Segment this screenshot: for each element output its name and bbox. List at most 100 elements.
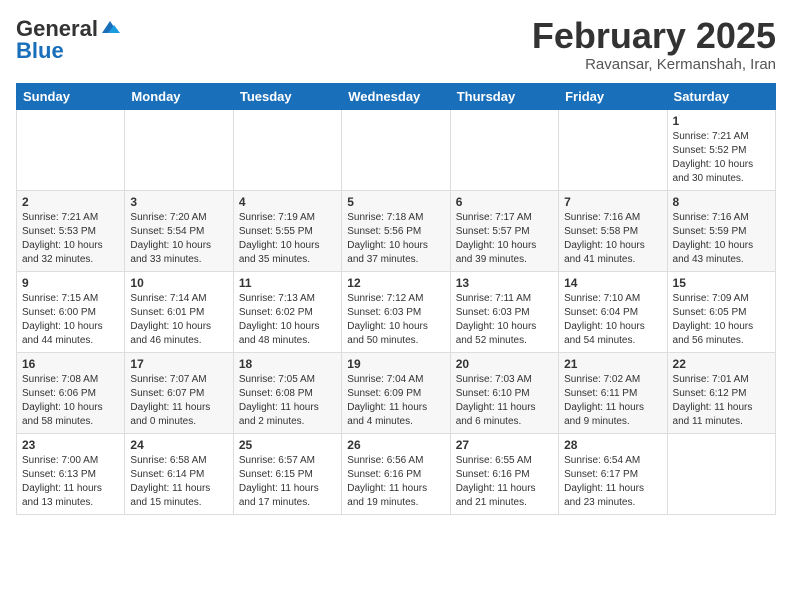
day-number: 13 (456, 276, 553, 290)
day-info: Sunrise: 6:54 AM Sunset: 6:17 PM Dayligh… (564, 454, 661, 510)
day-number: 5 (347, 195, 444, 209)
calendar-week-row: 23 Sunrise: 7:00 AM Sunset: 6:13 PM Dayli… (17, 433, 776, 514)
calendar-body: 1 Sunrise: 7:21 AM Sunset: 5:52 PM Daylig… (17, 109, 776, 514)
weekday-header-monday: Monday (125, 83, 233, 109)
day-number: 16 (22, 357, 119, 371)
day-number: 12 (347, 276, 444, 290)
calendar-week-row: 16 Sunrise: 7:08 AM Sunset: 6:06 PM Dayli… (17, 352, 776, 433)
calendar-cell (667, 433, 775, 514)
calendar-week-row: 2 Sunrise: 7:21 AM Sunset: 5:53 PM Daylig… (17, 190, 776, 271)
day-number: 28 (564, 438, 661, 452)
day-info: Sunrise: 7:21 AM Sunset: 5:52 PM Dayligh… (673, 130, 770, 186)
day-info: Sunrise: 6:58 AM Sunset: 6:14 PM Dayligh… (130, 454, 227, 510)
calendar-cell: 18Sunrise: 7:05 AM Sunset: 6:08 PM Dayli… (233, 352, 341, 433)
calendar-cell: 11 Sunrise: 7:13 AM Sunset: 6:02 PM Dayli… (233, 271, 341, 352)
day-number: 23 (22, 438, 119, 452)
calendar-cell: 15 Sunrise: 7:09 AM Sunset: 6:05 PM Dayli… (667, 271, 775, 352)
day-info: Sunrise: 7:13 AM Sunset: 6:02 PM Dayligh… (239, 292, 336, 348)
calendar-cell (559, 109, 667, 190)
calendar-cell (342, 109, 450, 190)
day-number: 20 (456, 357, 553, 371)
calendar-table: SundayMondayTuesdayWednesdayThursdayFrid… (16, 83, 776, 515)
calendar-cell: 13 Sunrise: 7:11 AM Sunset: 6:03 PM Dayli… (450, 271, 558, 352)
day-info: Sunrise: 7:04 AM Sunset: 6:09 PM Dayligh… (347, 373, 444, 429)
day-number: 24 (130, 438, 227, 452)
calendar-cell (450, 109, 558, 190)
calendar-cell: 17Sunrise: 7:07 AM Sunset: 6:07 PM Dayli… (125, 352, 233, 433)
day-number: 15 (673, 276, 770, 290)
day-number: 14 (564, 276, 661, 290)
month-title: February 2025 (532, 16, 776, 56)
day-info: Sunrise: 7:08 AM Sunset: 6:06 PM Dayligh… (22, 373, 119, 429)
calendar-cell: 1 Sunrise: 7:21 AM Sunset: 5:52 PM Daylig… (667, 109, 775, 190)
day-info: Sunrise: 7:19 AM Sunset: 5:55 PM Dayligh… (239, 211, 336, 267)
calendar-cell: 19 Sunrise: 7:04 AM Sunset: 6:09 PM Dayli… (342, 352, 450, 433)
day-info: Sunrise: 6:55 AM Sunset: 6:16 PM Dayligh… (456, 454, 553, 510)
calendar-week-row: 9 Sunrise: 7:15 AM Sunset: 6:00 PM Daylig… (17, 271, 776, 352)
day-number: 21 (564, 357, 661, 371)
day-number: 10 (130, 276, 227, 290)
day-number: 26 (347, 438, 444, 452)
day-number: 2 (22, 195, 119, 209)
page-header: General Blue February 2025 Ravansar, Ker… (16, 16, 776, 73)
calendar-cell: 23 Sunrise: 7:00 AM Sunset: 6:13 PM Dayli… (17, 433, 125, 514)
calendar-cell: 9 Sunrise: 7:15 AM Sunset: 6:00 PM Daylig… (17, 271, 125, 352)
day-number: 25 (239, 438, 336, 452)
day-number: 11 (239, 276, 336, 290)
calendar-cell: 8 Sunrise: 7:16 AM Sunset: 5:59 PM Daylig… (667, 190, 775, 271)
day-info: Sunrise: 7:12 AM Sunset: 6:03 PM Dayligh… (347, 292, 444, 348)
day-info: Sunrise: 7:02 AM Sunset: 6:11 PM Dayligh… (564, 373, 661, 429)
calendar-cell: 25 Sunrise: 6:57 AM Sunset: 6:15 PM Dayli… (233, 433, 341, 514)
day-number: 22 (673, 357, 770, 371)
calendar-cell (125, 109, 233, 190)
day-number: 8 (673, 195, 770, 209)
day-number: 9 (22, 276, 119, 290)
day-info: Sunrise: 7:14 AM Sunset: 6:01 PM Dayligh… (130, 292, 227, 348)
logo: General Blue (16, 16, 120, 64)
day-number: 4 (239, 195, 336, 209)
weekday-header-wednesday: Wednesday (342, 83, 450, 109)
day-info: Sunrise: 7:15 AM Sunset: 6:00 PM Dayligh… (22, 292, 119, 348)
day-number: 1 (673, 114, 770, 128)
calendar-cell (17, 109, 125, 190)
calendar-cell: 12 Sunrise: 7:12 AM Sunset: 6:03 PM Dayli… (342, 271, 450, 352)
weekday-header-thursday: Thursday (450, 83, 558, 109)
calendar-cell: 2 Sunrise: 7:21 AM Sunset: 5:53 PM Daylig… (17, 190, 125, 271)
day-number: 19 (347, 357, 444, 371)
calendar-cell: 24 Sunrise: 6:58 AM Sunset: 6:14 PM Dayli… (125, 433, 233, 514)
day-info: Sunrise: 7:10 AM Sunset: 6:04 PM Dayligh… (564, 292, 661, 348)
location: Ravansar, Kermanshah, Iran (532, 56, 776, 73)
day-number: 6 (456, 195, 553, 209)
calendar-cell: 26 Sunrise: 6:56 AM Sunset: 6:16 PM Dayli… (342, 433, 450, 514)
day-info: Sunrise: 7:16 AM Sunset: 5:59 PM Dayligh… (673, 211, 770, 267)
weekday-header-saturday: Saturday (667, 83, 775, 109)
day-info: Sunrise: 7:20 AM Sunset: 5:54 PM Dayligh… (130, 211, 227, 267)
calendar-cell (233, 109, 341, 190)
day-number: 27 (456, 438, 553, 452)
day-info: Sunrise: 7:09 AM Sunset: 6:05 PM Dayligh… (673, 292, 770, 348)
day-info: Sunrise: 6:56 AM Sunset: 6:16 PM Dayligh… (347, 454, 444, 510)
calendar-cell: 16 Sunrise: 7:08 AM Sunset: 6:06 PM Dayli… (17, 352, 125, 433)
logo-blue-text: Blue (16, 38, 64, 64)
calendar-cell: 21 Sunrise: 7:02 AM Sunset: 6:11 PM Dayli… (559, 352, 667, 433)
calendar-cell: 14 Sunrise: 7:10 AM Sunset: 6:04 PM Dayli… (559, 271, 667, 352)
day-info: Sunrise: 7:18 AM Sunset: 5:56 PM Dayligh… (347, 211, 444, 267)
day-info: Sunrise: 7:07 AM Sunset: 6:07 PM Dayligh… (130, 373, 227, 429)
weekday-header-sunday: Sunday (17, 83, 125, 109)
weekday-header-tuesday: Tuesday (233, 83, 341, 109)
day-info: Sunrise: 7:11 AM Sunset: 6:03 PM Dayligh… (456, 292, 553, 348)
calendar-cell: 10 Sunrise: 7:14 AM Sunset: 6:01 PM Dayli… (125, 271, 233, 352)
day-info: Sunrise: 7:17 AM Sunset: 5:57 PM Dayligh… (456, 211, 553, 267)
day-info: Sunrise: 7:21 AM Sunset: 5:53 PM Dayligh… (22, 211, 119, 267)
calendar-cell: 6 Sunrise: 7:17 AM Sunset: 5:57 PM Daylig… (450, 190, 558, 271)
day-number: 7 (564, 195, 661, 209)
calendar-cell: 4 Sunrise: 7:19 AM Sunset: 5:55 PM Daylig… (233, 190, 341, 271)
weekday-header-friday: Friday (559, 83, 667, 109)
day-number: 18 (239, 357, 336, 371)
day-info: Sunrise: 6:57 AM Sunset: 6:15 PM Dayligh… (239, 454, 336, 510)
calendar-cell: 3 Sunrise: 7:20 AM Sunset: 5:54 PM Daylig… (125, 190, 233, 271)
day-number: 3 (130, 195, 227, 209)
day-info: Sunrise: 7:16 AM Sunset: 5:58 PM Dayligh… (564, 211, 661, 267)
day-info: Sunrise: 7:00 AM Sunset: 6:13 PM Dayligh… (22, 454, 119, 510)
logo-icon (100, 19, 120, 35)
